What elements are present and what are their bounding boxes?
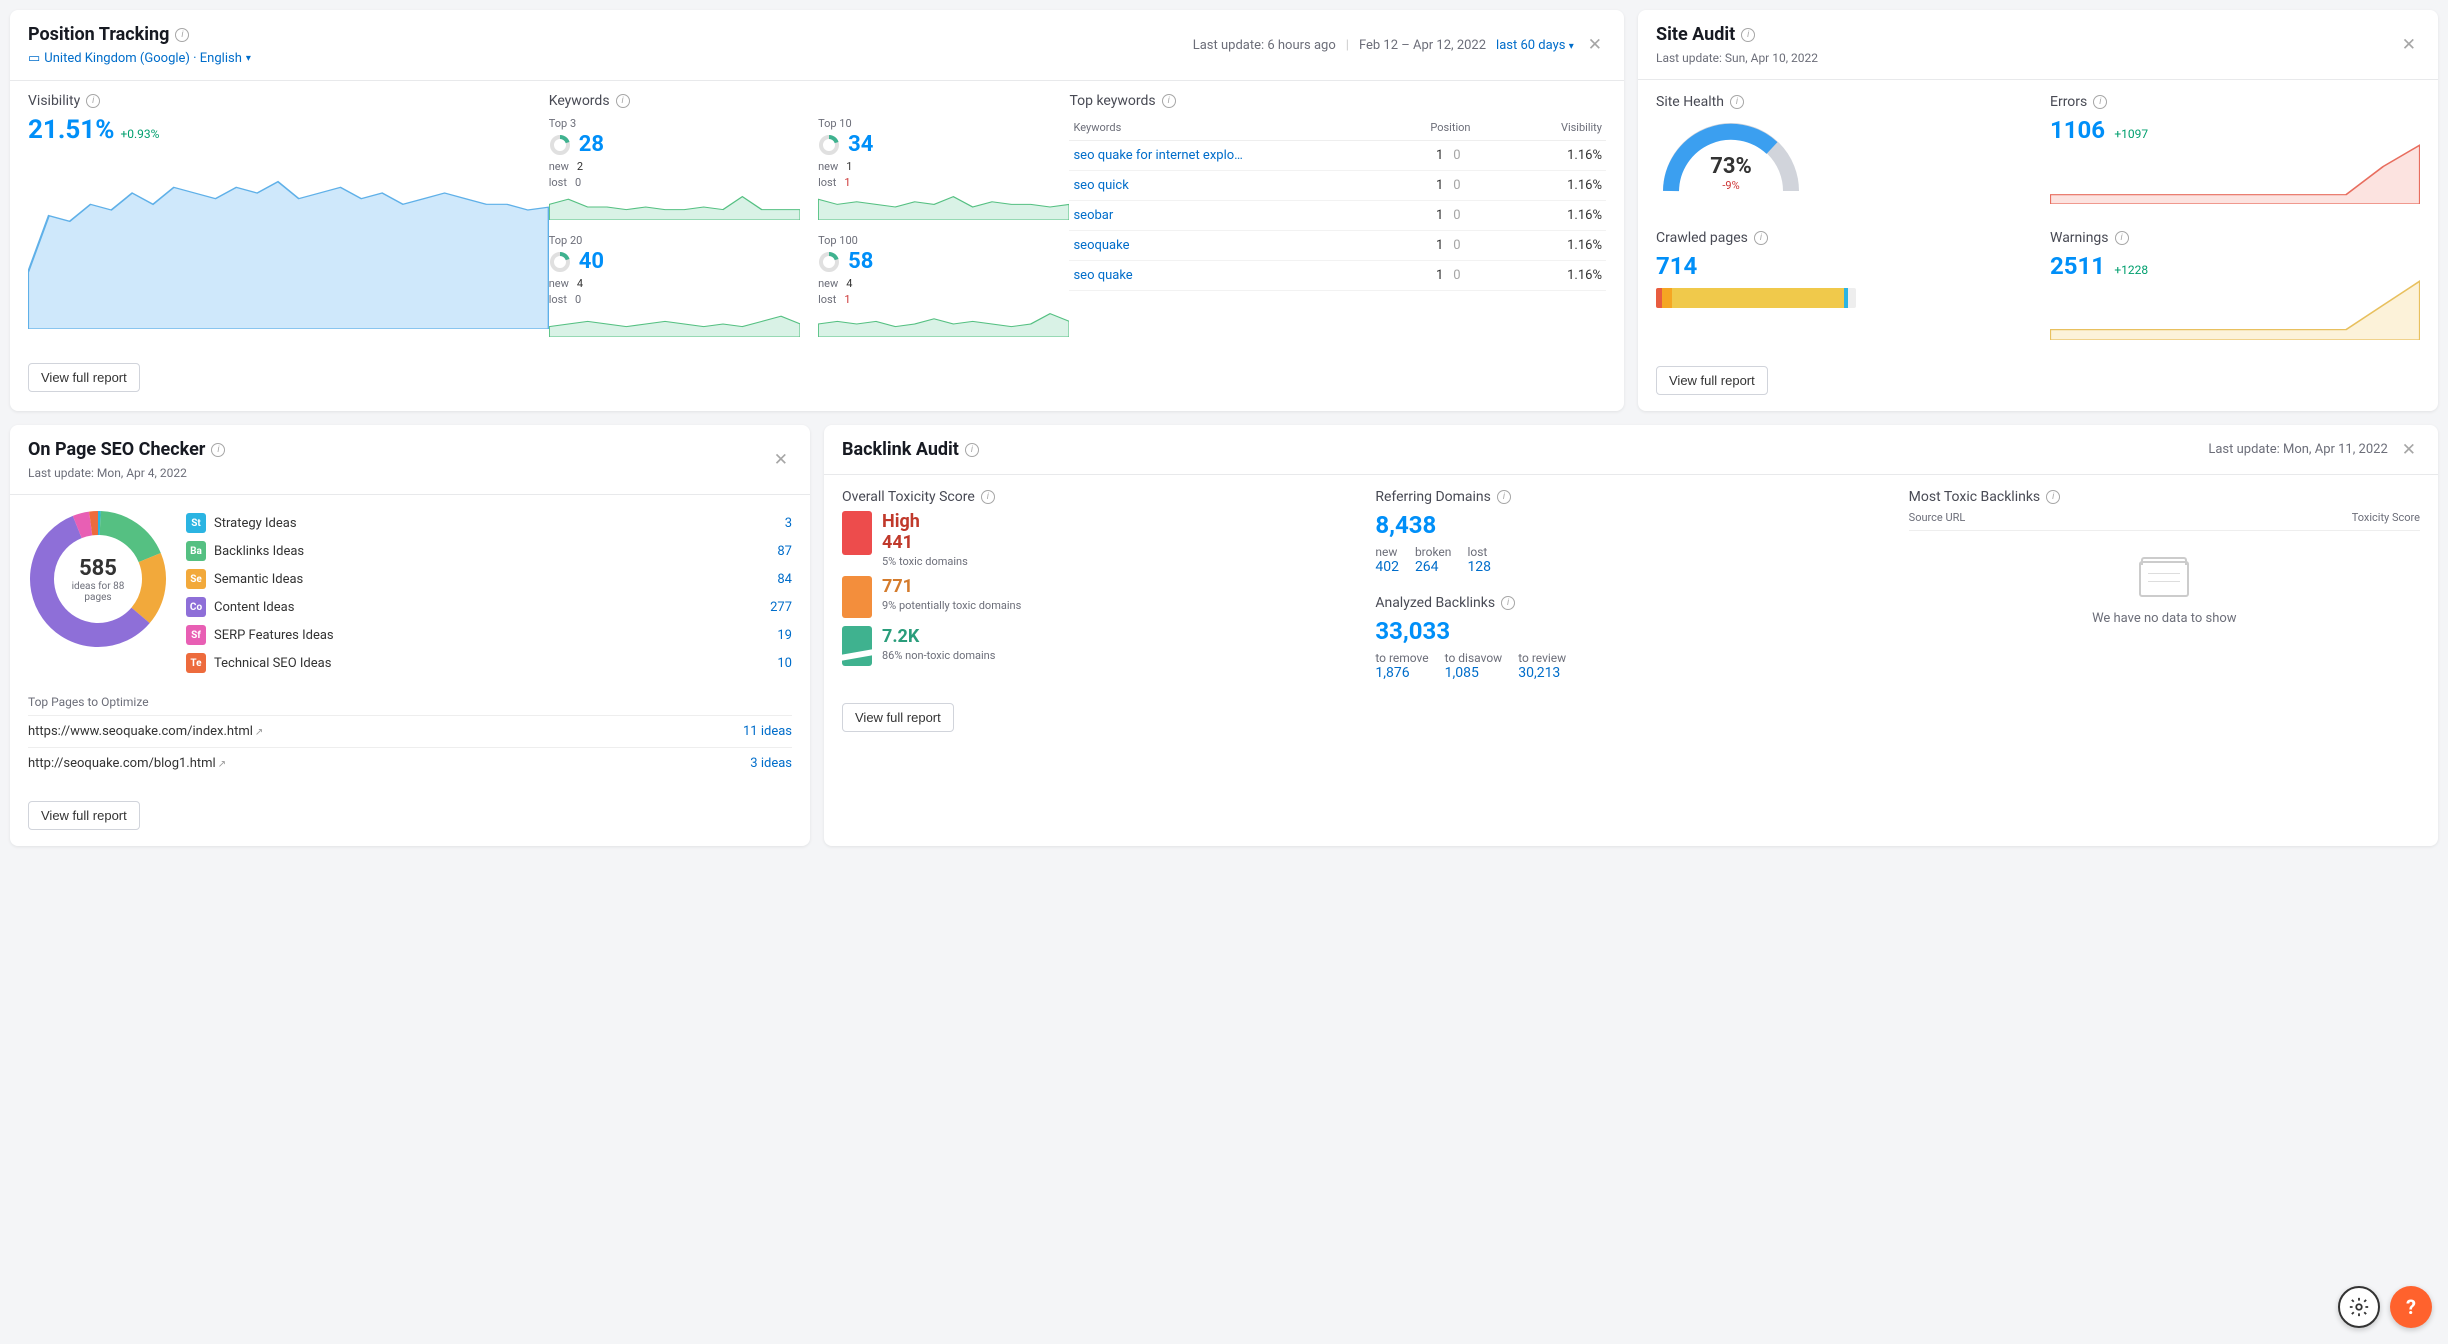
stat-sub[interactable]: new402 <box>1375 545 1399 575</box>
keyword-group: Top 20 40 new4 lost0 <box>549 232 800 343</box>
info-icon[interactable]: i <box>2115 231 2129 245</box>
table-placeholder-icon <box>2139 561 2189 597</box>
info-icon[interactable]: i <box>981 490 995 504</box>
top-page-row[interactable]: http://seoquake.com/blog1.html↗3 ideas <box>28 747 792 779</box>
info-icon[interactable]: i <box>211 443 225 457</box>
ref-domains-label: Referring Domains <box>1375 489 1491 505</box>
idea-row[interactable]: SfSERP Features Ideas19 <box>186 621 792 649</box>
crawled-label: Crawled pages <box>1656 230 1748 246</box>
close-icon[interactable]: ✕ <box>770 450 792 470</box>
toxicity-label: Overall Toxicity Score <box>842 489 975 505</box>
visibility-chart <box>28 159 549 329</box>
visibility-label: Visibility <box>28 93 80 109</box>
info-icon[interactable]: i <box>1501 596 1515 610</box>
site-audit-title: Site Audit <box>1656 24 1735 45</box>
stat-sub[interactable]: to disavow1,085 <box>1445 651 1503 681</box>
locale-selector[interactable]: ▭ United Kingdom (Google) · English ▾ <box>28 51 251 66</box>
site-health-label: Site Health <box>1656 94 1724 110</box>
last-update-text: Last update: 6 hours ago <box>1193 38 1336 53</box>
backlink-audit-card: Backlink Audit i Last update: Mon, Apr 11… <box>824 425 2438 846</box>
top-keywords-table: Keywords Position Visibility seo quake f… <box>1069 115 1606 291</box>
view-full-report-button[interactable]: View full report <box>1656 366 1768 395</box>
stat-sub[interactable]: to remove1,876 <box>1375 651 1428 681</box>
position-tracking-card: Position Tracking i ▭ United Kingdom (Go… <box>10 10 1624 411</box>
idea-row[interactable]: StStrategy Ideas3 <box>186 509 792 537</box>
info-icon[interactable]: i <box>965 443 979 457</box>
question-icon: ? <box>2406 1295 2416 1319</box>
errors-chart <box>2050 144 2420 204</box>
info-icon[interactable]: i <box>1497 490 1511 504</box>
table-row[interactable]: seoquake101.16% <box>1069 231 1606 261</box>
visibility-value: 21.51% <box>28 115 114 145</box>
ideas-donut: 585ideas for 88 pages <box>28 509 168 649</box>
close-icon[interactable]: ✕ <box>2398 440 2420 460</box>
info-icon[interactable]: i <box>2046 490 2060 504</box>
chevron-down-icon: ▾ <box>1569 41 1574 52</box>
help-fab[interactable]: ? <box>2390 1286 2432 1328</box>
idea-row[interactable]: SeSemantic Ideas84 <box>186 565 792 593</box>
table-row[interactable]: seo quick101.16% <box>1069 171 1606 201</box>
toxic-backlinks-label: Most Toxic Backlinks <box>1909 489 2041 505</box>
close-icon[interactable]: ✕ <box>2398 35 2420 55</box>
keyword-group: Top 10 34 new1 lost1 <box>818 115 1069 226</box>
view-full-report-button[interactable]: View full report <box>28 801 140 830</box>
on-page-title: On Page SEO Checker <box>28 439 205 460</box>
date-range-text: Feb 12 – Apr 12, 2022 <box>1359 38 1486 53</box>
info-icon[interactable]: i <box>175 28 189 42</box>
visibility-delta: +0.93% <box>120 127 159 141</box>
crawled-value: 714 <box>1656 252 2026 280</box>
no-data-placeholder: We have no data to show <box>1909 561 2420 626</box>
keyword-group: Top 100 58 new4 lost1 <box>818 232 1069 343</box>
position-tracking-title: Position Tracking <box>28 24 169 45</box>
keywords-label: Keywords <box>549 93 610 109</box>
chevron-down-icon: ▾ <box>246 53 251 64</box>
keyword-group: Top 3 28 new2 lost0 <box>549 115 800 226</box>
last-update-text: Last update: Mon, Apr 11, 2022 <box>2208 442 2387 457</box>
info-icon[interactable]: i <box>1162 94 1176 108</box>
stat-sub[interactable]: broken264 <box>1415 545 1452 575</box>
table-row[interactable]: seo quake101.16% <box>1069 261 1606 291</box>
period-selector[interactable]: last 60 days ▾ <box>1496 38 1574 53</box>
analyzed-value: 33,033 <box>1375 617 1886 645</box>
info-icon[interactable]: i <box>1741 28 1755 42</box>
close-icon[interactable]: ✕ <box>1584 35 1606 55</box>
top-pages-label: Top Pages to Optimize <box>28 695 792 715</box>
info-icon[interactable]: i <box>1754 231 1768 245</box>
errors-value: 1106 <box>2050 116 2105 144</box>
warnings-label: Warnings <box>2050 230 2109 246</box>
info-icon[interactable]: i <box>86 94 100 108</box>
idea-row[interactable]: TeTechnical SEO Ideas10 <box>186 649 792 677</box>
last-update-text: Last update: Mon, Apr 4, 2022 <box>28 466 225 480</box>
errors-label: Errors <box>2050 94 2087 110</box>
gear-icon <box>2348 1296 2370 1318</box>
top-keywords-label: Top keywords <box>1069 93 1155 109</box>
external-link-icon: ↗ <box>218 759 226 770</box>
ref-domains-value: 8,438 <box>1375 511 1886 539</box>
last-update-text: Last update: Sun, Apr 10, 2022 <box>1656 51 1818 65</box>
on-page-seo-checker-card: On Page SEO Checker i Last update: Mon, A… <box>10 425 810 846</box>
site-health-gauge: 73%-9% <box>1656 116 2026 200</box>
warnings-value: 2511 <box>2050 252 2105 280</box>
analyzed-label: Analyzed Backlinks <box>1375 595 1495 611</box>
info-icon[interactable]: i <box>2093 95 2107 109</box>
info-icon[interactable]: i <box>1730 95 1744 109</box>
backlink-audit-title: Backlink Audit <box>842 439 959 460</box>
crawled-bar <box>1656 288 1856 308</box>
top-page-row[interactable]: https://www.seoquake.com/index.html↗11 i… <box>28 715 792 747</box>
info-icon[interactable]: i <box>616 94 630 108</box>
site-audit-card: Site Audit i Last update: Sun, Apr 10, 20… <box>1638 10 2438 411</box>
stat-sub[interactable]: to review30,213 <box>1518 651 1566 681</box>
settings-fab[interactable] <box>2338 1286 2380 1328</box>
table-row[interactable]: seobar101.16% <box>1069 201 1606 231</box>
view-full-report-button[interactable]: View full report <box>28 363 140 392</box>
table-row[interactable]: seo quake for internet explo…101.16% <box>1069 141 1606 171</box>
idea-row[interactable]: CoContent Ideas277 <box>186 593 792 621</box>
view-full-report-button[interactable]: View full report <box>842 703 954 732</box>
external-link-icon: ↗ <box>255 727 263 738</box>
idea-row[interactable]: BaBacklinks Ideas87 <box>186 537 792 565</box>
stat-sub[interactable]: lost128 <box>1467 545 1491 575</box>
device-icon: ▭ <box>28 51 40 66</box>
warnings-chart <box>2050 280 2420 340</box>
